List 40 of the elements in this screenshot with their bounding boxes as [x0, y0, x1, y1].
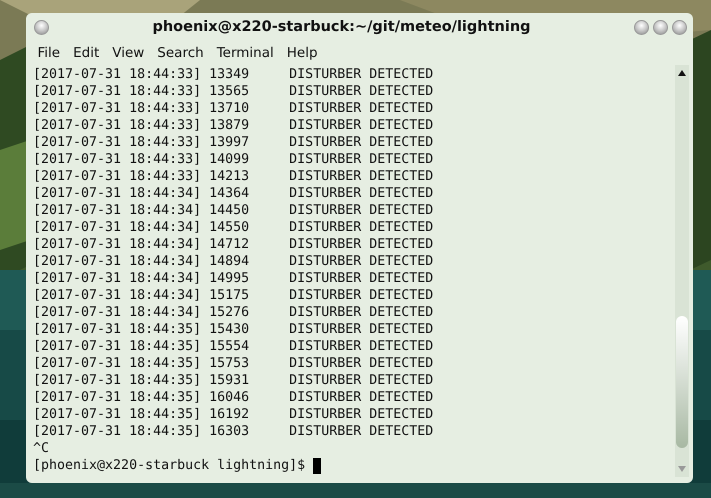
menu-item[interactable]: Edit	[66, 45, 106, 61]
scrollbar-thumb[interactable]	[676, 316, 688, 448]
terminal-line: [2017-07-31 18:44:35] 16046 DISTURBER DETECTED	[33, 389, 434, 406]
scrollbar[interactable]	[675, 65, 689, 477]
terminal-line: [2017-07-31 18:44:35] 16303 DISTURBER DETECTED	[33, 423, 434, 440]
scroll-up-icon[interactable]	[678, 70, 686, 76]
menu-item[interactable]: File	[31, 45, 67, 61]
terminal-line: [2017-07-31 18:44:34] 14712 DISTURBER DETECTED	[33, 236, 434, 253]
text-cursor	[313, 458, 322, 474]
terminal-line: [2017-07-31 18:44:33] 13879 DISTURBER DETECTED	[33, 117, 434, 134]
terminal-line: [2017-07-31 18:44:34] 15276 DISTURBER DETECTED	[33, 304, 434, 321]
terminal-line: [2017-07-31 18:44:35] 15753 DISTURBER DETECTED	[33, 355, 434, 372]
close-button[interactable]	[672, 20, 687, 34]
terminal-line: [2017-07-31 18:44:33] 14213 DISTURBER DETECTED	[33, 168, 434, 185]
menu-item[interactable]: Search	[150, 45, 210, 61]
shell-prompt: [phoenix@x220-starbuck lightning]$	[33, 457, 306, 474]
terminal-line: [2017-07-31 18:44:33] 14099 DISTURBER DETECTED	[33, 151, 434, 168]
terminal-line: [2017-07-31 18:44:35] 15430 DISTURBER DETECTED	[33, 321, 434, 338]
terminal-line: [2017-07-31 18:44:34] 14364 DISTURBER DETECTED	[33, 185, 434, 202]
terminal-line: [2017-07-31 18:44:34] 14450 DISTURBER DETECTED	[33, 202, 434, 219]
terminal-line: [2017-07-31 18:44:33] 13997 DISTURBER DETECTED	[33, 134, 434, 151]
minimize-button[interactable]	[634, 20, 649, 34]
terminal-line: [2017-07-31 18:44:34] 14550 DISTURBER DETECTED	[33, 219, 434, 236]
terminal-line: [2017-07-31 18:44:34] 15175 DISTURBER DETECTED	[33, 287, 434, 304]
scroll-down-icon[interactable]	[678, 466, 686, 472]
window-menu-button[interactable]	[34, 20, 49, 34]
maximize-button[interactable]	[653, 20, 668, 34]
terminal-line: [2017-07-31 18:44:35] 15554 DISTURBER DETECTED	[33, 338, 434, 355]
terminal-line: [2017-07-31 18:44:34] 14995 DISTURBER DETECTED	[33, 270, 434, 287]
menu-item[interactable]: View	[106, 45, 151, 61]
terminal-line: [2017-07-31 18:44:35] 15931 DISTURBER DETECTED	[33, 372, 434, 389]
terminal-line: ^C	[33, 440, 50, 457]
terminal-line: [2017-07-31 18:44:33] 13565 DISTURBER DETECTED	[33, 83, 434, 100]
terminal-line: [2017-07-31 18:44:35] 16192 DISTURBER DETECTED	[33, 406, 434, 423]
terminal-line: [2017-07-31 18:44:34] 14894 DISTURBER DETECTED	[33, 253, 434, 270]
menu-item[interactable]: Help	[280, 45, 324, 61]
window-title: phoenix@x220-starbuck:~/git/meteo/lightning	[151, 19, 532, 35]
terminal-line: [2017-07-31 18:44:33] 13349 DISTURBER DETECTED	[33, 66, 434, 83]
menu-item[interactable]: Terminal	[210, 45, 280, 61]
terminal-line: [2017-07-31 18:44:33] 13710 DISTURBER DETECTED	[33, 100, 434, 117]
